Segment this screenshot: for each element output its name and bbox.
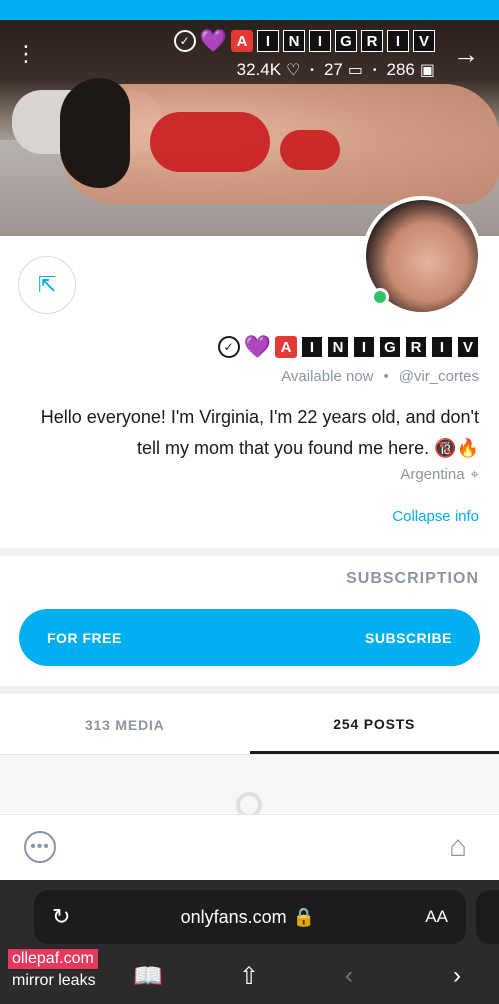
bio-line: tell my mom that you found me here. 🔞🔥	[137, 438, 479, 458]
bio-line: Hello everyone! I'm Virginia, I'm 22 yea…	[40, 407, 479, 427]
subscribe-button[interactable]: FOR FREE SUBSCRIBE	[19, 609, 480, 666]
price-label: FOR FREE	[47, 629, 122, 646]
name-letter: A	[275, 336, 297, 358]
share-icon[interactable]: ⇧	[239, 962, 259, 991]
tab-media[interactable]: 313 MEDIA	[0, 696, 250, 754]
availability-status: Available now	[281, 368, 374, 385]
bottom-navigation: ••• ⌂	[0, 814, 499, 880]
cover-header: ⋮ → ✓ 💜 A I N I G R I V 32.4K ♡ • 27 ▭ •…	[0, 20, 499, 90]
url-text: onlyfans.com	[180, 906, 287, 927]
name-letter: N	[327, 336, 349, 358]
forward-icon[interactable]: ›	[453, 962, 461, 990]
likes-stat: 32.4K ♡	[237, 60, 301, 80]
subscription-heading: SUBSCRIPTION	[346, 570, 479, 587]
profile-stats: 32.4K ♡ • 27 ▭ • 286 ▣	[236, 60, 436, 80]
share-button[interactable]: ⇱	[18, 256, 76, 314]
address-url[interactable]: onlyfans.com 🔒	[181, 907, 315, 928]
name-letter: I	[309, 30, 331, 52]
likes-count: 32.4K	[236, 60, 282, 79]
reload-icon[interactable]: ↻	[52, 904, 70, 930]
name-letter: N	[283, 30, 305, 52]
name-letter: R	[405, 336, 427, 358]
name-letter: G	[335, 30, 357, 52]
verified-badge-icon: ✓	[217, 336, 240, 358]
location-text: Argentina	[400, 466, 465, 483]
back-icon[interactable]: ‹	[345, 962, 353, 990]
purple-heart-icon: 💜	[199, 28, 227, 53]
videos-stat: 27 ▭	[324, 60, 363, 80]
online-indicator	[371, 288, 389, 306]
top-accent-strip	[0, 0, 499, 20]
watermark-line: ollepaf.com	[8, 949, 98, 969]
heart-icon: ♡	[286, 62, 301, 79]
videos-count: 27	[323, 60, 343, 79]
name-letter: I	[431, 336, 453, 358]
lock-icon: 🔒	[292, 906, 316, 927]
cover-display-name: ✓ 💜 A I N I G R I V	[173, 28, 435, 54]
bookmarks-icon[interactable]: 📖	[133, 962, 163, 991]
name-letter: I	[257, 30, 279, 52]
handle-line: Available now • @vir_cortes	[281, 368, 479, 385]
watermark: ollepaf.com mirror leaks	[8, 949, 109, 993]
watermark-line: mirror leaks	[8, 971, 100, 991]
content-tabs: 313 MEDIA 254 POSTS	[0, 696, 499, 754]
video-icon: ▭	[347, 62, 363, 79]
username-handle: @vir_cortes	[398, 368, 479, 385]
name-letter: V	[457, 336, 479, 358]
profile-display-name: ✓ 💜 A I N I G R I V	[217, 334, 479, 360]
section-divider	[0, 548, 499, 556]
verified-badge-icon: ✓	[173, 30, 196, 52]
section-divider	[0, 686, 499, 694]
home-icon[interactable]: ⌂	[440, 829, 476, 865]
name-letter: I	[387, 30, 409, 52]
purple-heart-icon: 💜	[243, 334, 271, 359]
text-size-button[interactable]: AA	[425, 907, 448, 927]
messages-icon[interactable]: •••	[24, 831, 56, 863]
name-letter: V	[413, 30, 435, 52]
more-options-icon[interactable]: ⋮	[12, 40, 40, 68]
location: Argentina ⌖	[400, 466, 479, 483]
collapse-info-link[interactable]: Collapse info	[392, 508, 479, 525]
image-icon: ▣	[419, 62, 435, 79]
share-icon: ⇱	[37, 272, 57, 297]
name-letter: I	[353, 336, 375, 358]
bio-text: Hello everyone! I'm Virginia, I'm 22 yea…	[20, 402, 479, 464]
subscribe-label: SUBSCRIBE	[365, 629, 452, 646]
tab-posts[interactable]: 254 POSTS	[249, 696, 499, 754]
location-pin-icon: ⌖	[470, 466, 479, 483]
photos-stat: 286 ▣	[387, 60, 436, 80]
name-letter: I	[301, 336, 323, 358]
address-bar[interactable]: ↻ onlyfans.com 🔒 AA	[34, 890, 466, 944]
name-letter: A	[231, 30, 253, 52]
photos-count: 286	[386, 60, 415, 79]
name-letter: G	[379, 336, 401, 358]
name-letter: R	[361, 30, 383, 52]
next-tab-preview[interactable]	[476, 890, 499, 944]
back-arrow-icon[interactable]: →	[450, 39, 482, 69]
